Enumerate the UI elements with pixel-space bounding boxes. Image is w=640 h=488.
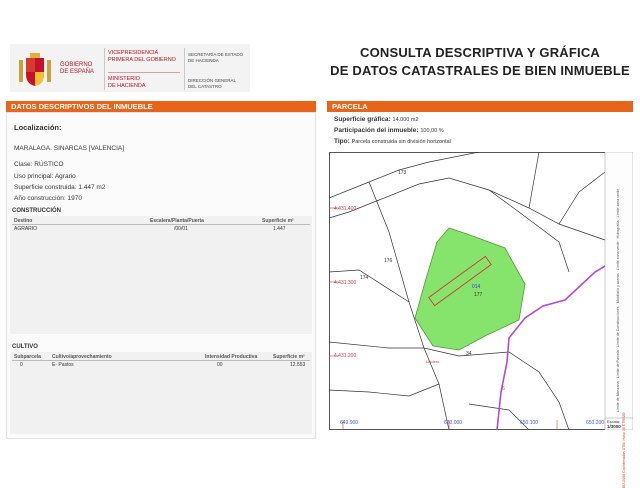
clase-label: Clase: xyxy=(14,161,33,168)
uso-row: Uso principal: Agrario xyxy=(14,173,76,180)
construccion-title: CONSTRUCCIÓN xyxy=(12,208,61,214)
superficie-grafica-value: 14.000 m2 xyxy=(392,117,419,123)
x-coordinate: 650.200 xyxy=(586,420,605,426)
divider xyxy=(108,72,180,73)
superficie-row: Superficie construida: 1.447 m2 xyxy=(14,184,105,191)
y-coordinate: 4.431.300 xyxy=(334,280,357,286)
parcela-section-bar: PARCELA xyxy=(327,101,633,112)
superficie-label: Superficie construida: xyxy=(14,184,77,191)
secretaria-label: SECRETARÍA DE ESTADO DE HACIENDA xyxy=(188,52,244,63)
participacion-value: 100,00 % xyxy=(420,128,444,134)
y-coordinate: 4.431.200 xyxy=(334,353,357,359)
x-coordinate: 649.900 xyxy=(340,420,359,426)
table-cell: /00/01 xyxy=(174,226,188,232)
participacion-label: Participación del inmueble: xyxy=(334,127,419,134)
table-cell: 1.447 xyxy=(273,226,286,232)
divider xyxy=(184,48,185,90)
map-drawing xyxy=(329,152,633,430)
table-cell: 0 xyxy=(20,362,23,368)
superficie-grafica-label: Superficie gráfica: xyxy=(334,116,391,123)
y-coordinate: 4.431.400 xyxy=(334,206,357,212)
table-cell: E- Pastos xyxy=(52,362,74,368)
cultivo-title: CULTIVO xyxy=(12,344,38,350)
gobierno-label: GOBIERNO DE ESPAÑA xyxy=(60,62,94,75)
table-cell: 12.553 xyxy=(290,362,306,368)
table-cell: 00 xyxy=(217,362,223,368)
divider xyxy=(104,48,105,90)
escala-value: 1/3000 xyxy=(607,424,621,429)
table-cell: AGRARIO xyxy=(14,226,38,232)
map-label: 6 xyxy=(502,386,505,392)
superficie-grafica-row: Superficie gráfica: 14.000 m2 xyxy=(334,116,419,123)
anio-label: Año construcción: xyxy=(14,195,66,202)
parcel-id-label: 014 xyxy=(472,284,481,290)
direccion-label: DIRECCIÓN GENERAL DEL CATASTRO xyxy=(188,78,237,89)
tipo-value: Parcela construida sin división horizont… xyxy=(351,139,451,145)
clase-value: RÚSTICO xyxy=(34,161,64,168)
ministerio-label: MINISTERIO DE HACIENDA xyxy=(108,76,146,89)
parcel-number: 176 xyxy=(384,258,393,264)
coord-note: ED-2000 Coordenadas UTM, Huso 30 ETRS89 xyxy=(622,412,626,488)
parcel-number: 173 xyxy=(398,170,407,176)
x-coordinate: 650.000 xyxy=(444,420,463,426)
tipo-row: Tipo: Parcela construida sin división ho… xyxy=(334,138,451,145)
x-coordinate: 650.100 xyxy=(520,420,539,426)
divider xyxy=(12,224,310,225)
divider xyxy=(12,360,310,361)
localizacion-value: MARALAGA. SINARCAS [VALENCIA] xyxy=(14,145,125,152)
descriptive-section-bar: DATOS DESCRIPTIVOS DEL INMUEBLE xyxy=(6,101,316,112)
page-title: CONSULTA DESCRIPTIVA Y GRÁFICA DE DATOS … xyxy=(330,45,630,78)
parcel-number: 34 xyxy=(466,351,472,357)
uso-label: Uso principal: xyxy=(14,173,54,180)
parcel-number: 177 xyxy=(474,292,483,298)
vicepresidencia-label: VICEPRESIDENCIA PRIMERA DEL GOBIERNO xyxy=(108,50,176,63)
anio-row: Año construcción: 1970 xyxy=(14,195,82,202)
tipo-label: Tipo: xyxy=(334,138,350,145)
construccion-table xyxy=(10,216,312,334)
map-label: Lindero xyxy=(426,359,440,364)
clase-row: Clase: RÚSTICO xyxy=(14,161,64,168)
anio-value: 1970 xyxy=(67,195,82,202)
participacion-row: Participación del inmueble: 100,00 % xyxy=(334,127,444,134)
coat-of-arms-icon xyxy=(19,53,51,86)
superficie-value: 1.447 m2 xyxy=(78,184,106,191)
uso-value: Agrario xyxy=(54,173,76,180)
parcel-polygon xyxy=(414,227,526,351)
localizacion-label: Localización: xyxy=(14,123,62,132)
parcel-number: 174 xyxy=(360,275,369,281)
